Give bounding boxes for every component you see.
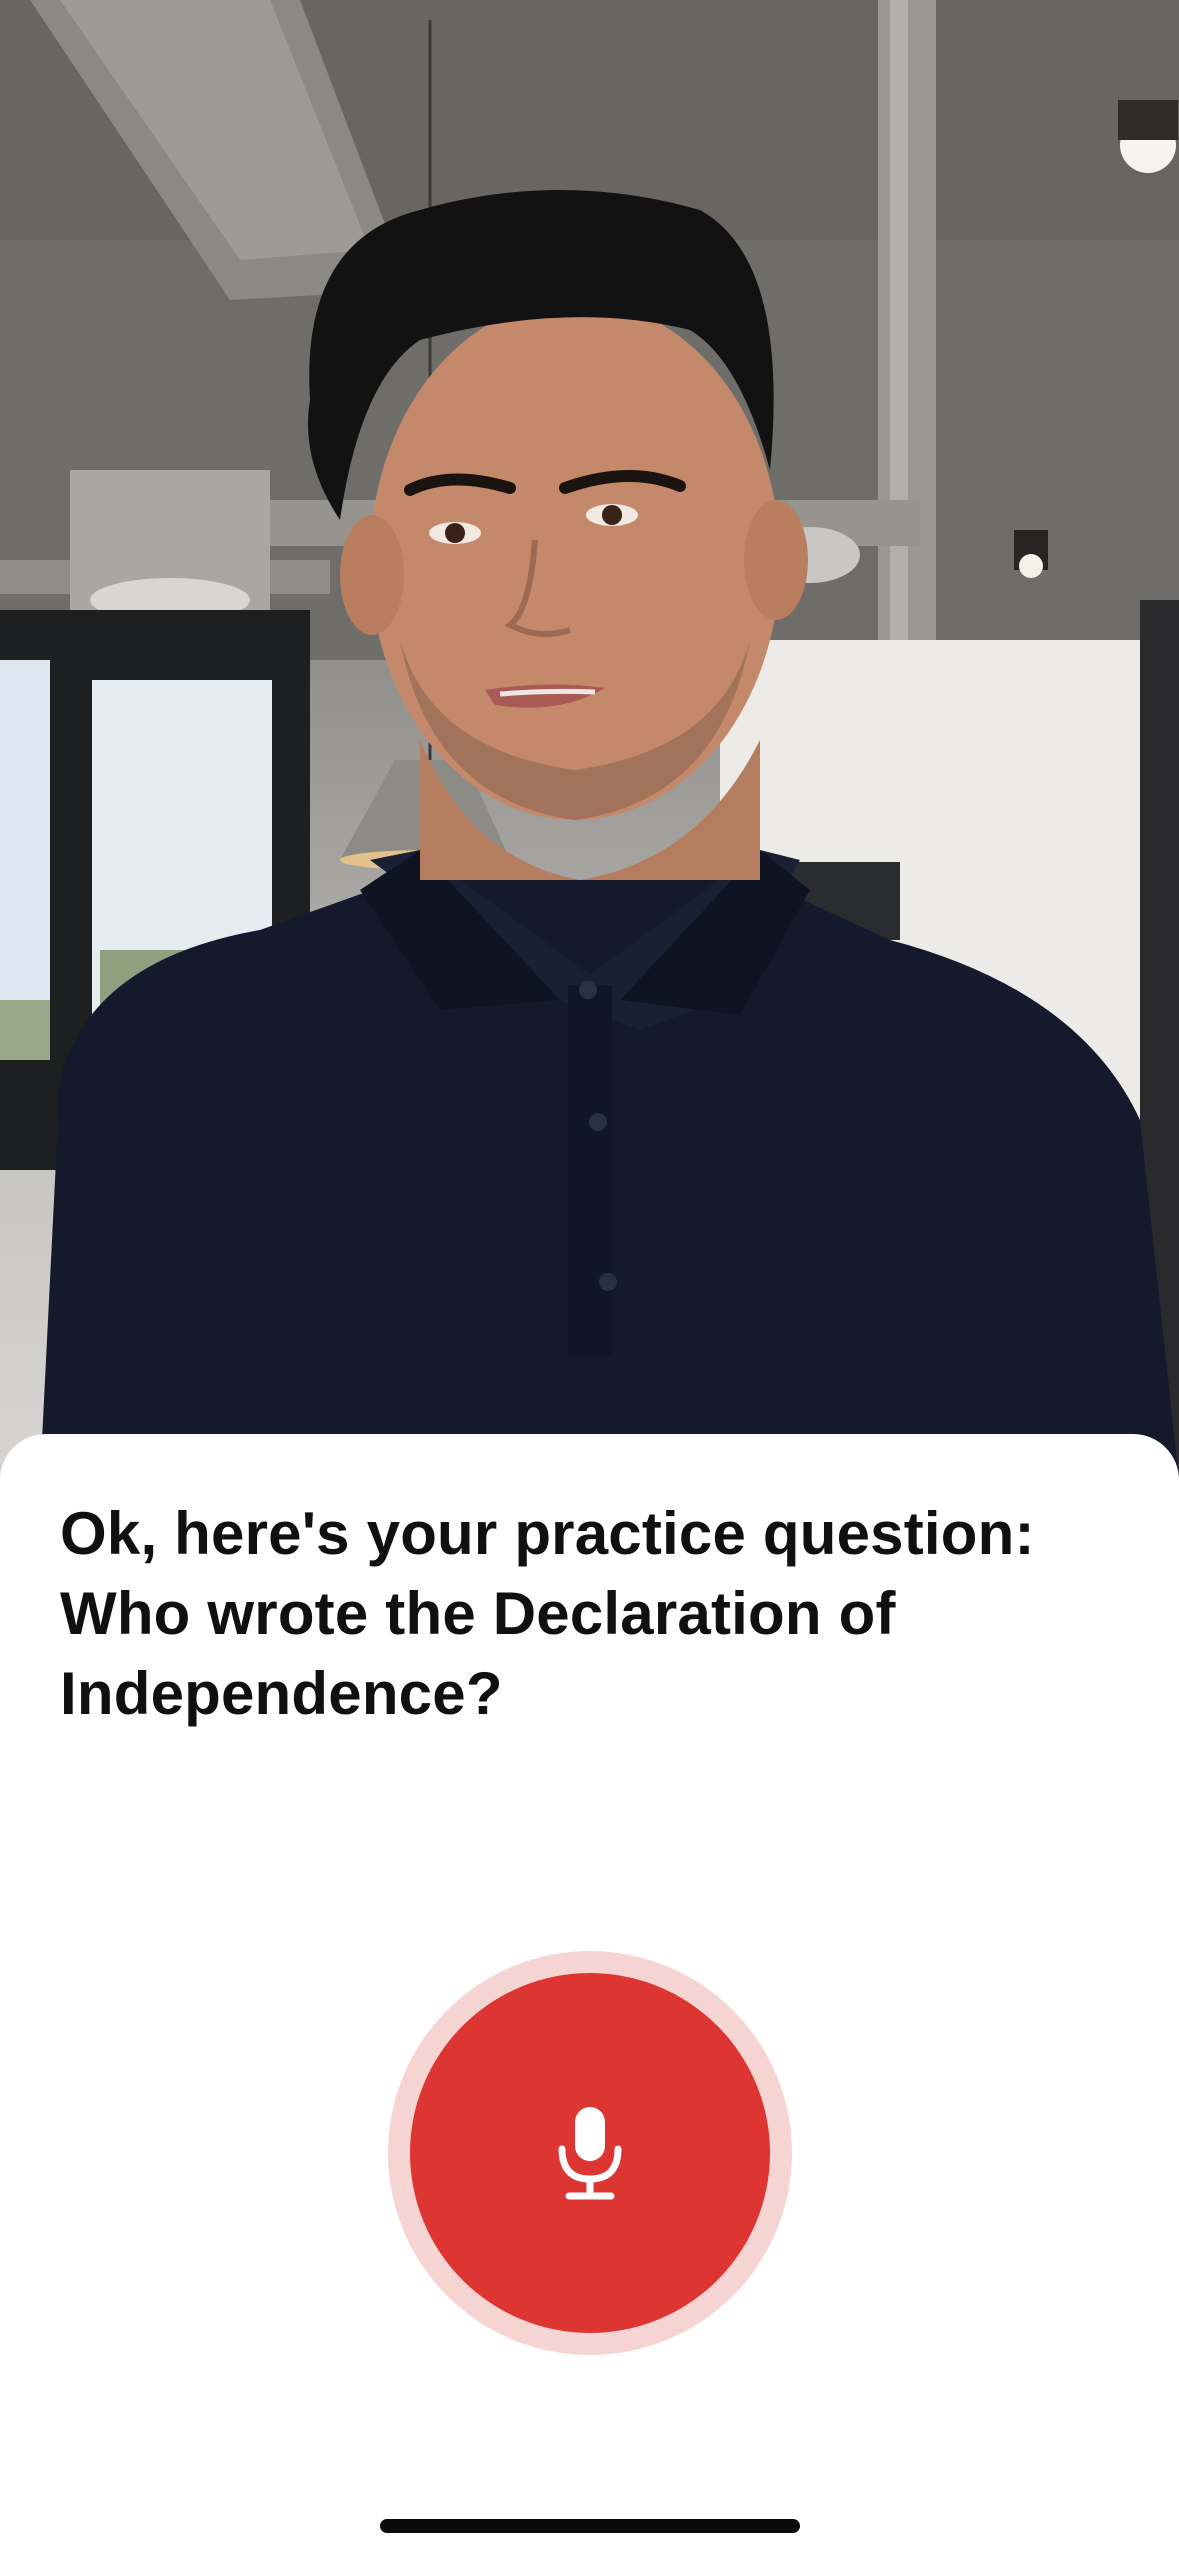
microphone-icon xyxy=(558,2107,622,2200)
conversation-sheet: Ok, here's your practice question: Who w… xyxy=(0,1434,1179,2556)
microphone-button[interactable] xyxy=(410,1973,770,2333)
practice-question-text: Ok, here's your practice question: Who w… xyxy=(60,1500,1035,1727)
home-indicator[interactable] xyxy=(380,2519,800,2533)
avatar-face xyxy=(370,300,780,820)
avatar-video xyxy=(0,0,1179,1480)
avatar-scene xyxy=(0,0,1179,1480)
screen: Ok, here's your practice question: Who w… xyxy=(0,0,1179,2556)
